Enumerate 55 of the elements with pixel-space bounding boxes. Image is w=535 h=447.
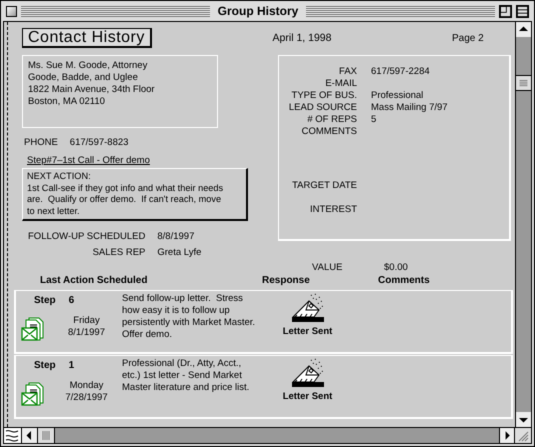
response-text: Letter Sent <box>282 391 332 402</box>
field-label: VALUE <box>312 262 344 273</box>
action-text: Professional (Dr., Atty, Acct., etc.) 1st letter - Send Market Master literature and price list. <box>122 357 250 395</box>
step-date: 8/1/1997 <box>68 327 105 338</box>
step-label: Step <box>34 360 56 373</box>
step-link[interactable]: Step#7–1st Call - Offer demo <box>27 155 150 166</box>
field-label: TYPE OF BUS. <box>290 90 357 102</box>
field-value: Greta Lyfe <box>157 247 202 258</box>
field-label: E-MAIL <box>324 78 357 90</box>
response-text: Letter Sent <box>282 326 332 337</box>
field-label: SALES REP <box>92 247 146 258</box>
field-label: FAX <box>338 66 357 78</box>
page-number: Page 2 <box>452 32 485 44</box>
field-value: Professional <box>371 90 424 102</box>
address-field: Ms. Sue M. Goode, Attorney Goode, Badde, and Uglee 1822 Main Avenue, 34th Floor Boston, MA 02110 <box>22 55 218 128</box>
close-box[interactable] <box>6 6 17 16</box>
field-label: INTEREST <box>309 204 357 216</box>
field-value: 617/597-8823 <box>70 137 128 148</box>
history-row[interactable]: Step 1 Monday 7/28/1997 Professional (Dr., Atty, Acct., etc.) 1st letter - Send Market Master literature and price list. Letter Sent <box>14 355 513 419</box>
field-label: COMMENTS <box>300 126 357 138</box>
field-value: 5 <box>371 114 378 126</box>
field-label: PHONE <box>24 137 58 148</box>
field-label: FOLLOW-UP SCHEDULED <box>28 231 146 242</box>
layout-icon[interactable] <box>4 428 22 443</box>
field-value: Mass Mailing 7/97 <box>371 102 449 114</box>
history-row[interactable]: Step 6 Friday 8/1/1997 Send follow-up letter. Stress how easy it is to follow up persistently with Market Master. Offer demo. Letter Sent <box>14 290 513 354</box>
field-value: $0.00 <box>384 262 408 273</box>
field-value: 8/8/1997 <box>157 231 196 242</box>
resize-handle[interactable] <box>514 428 531 443</box>
action-text: Send follow-up letter. Stress how easy it is to follow up persistently with Market Master. Offer demo. <box>122 292 256 342</box>
envelope-sent-icon <box>290 358 324 388</box>
letter-icon <box>21 317 45 342</box>
field-value: 617/597-2284 <box>371 66 431 78</box>
next-action-note: NEXT ACTION: 1st Call-see if they got info and what their needs are. Qualify or offer demo. If can't reach, move to next letter. <box>22 168 248 221</box>
envelope-sent-icon <box>290 293 324 323</box>
report-date: April 1, 1998 <box>272 32 332 44</box>
zoom-box[interactable] <box>499 4 512 18</box>
column-header: Response <box>262 275 311 286</box>
page-title: Contact History <box>22 28 152 48</box>
step-date: 7/28/1997 <box>65 392 108 403</box>
field-label: LEAD SOURCE <box>288 102 357 114</box>
collapse-box[interactable] <box>516 4 530 18</box>
step-label: Step <box>34 295 56 308</box>
column-header: Last Action Scheduled <box>39 275 148 286</box>
step-number: 1 <box>68 360 74 373</box>
step-day: Friday <box>73 315 100 326</box>
window-title: Group History <box>216 4 300 18</box>
scroll-thumb[interactable] <box>516 75 531 91</box>
field-label: TARGET DATE <box>291 180 357 192</box>
field-label: # OF REPS <box>306 114 357 126</box>
step-number: 6 <box>68 295 74 308</box>
step-day: Monday <box>70 380 104 391</box>
column-header: Comments <box>378 275 431 286</box>
scroll-thumb[interactable] <box>37 428 55 443</box>
letter-icon <box>21 382 45 407</box>
